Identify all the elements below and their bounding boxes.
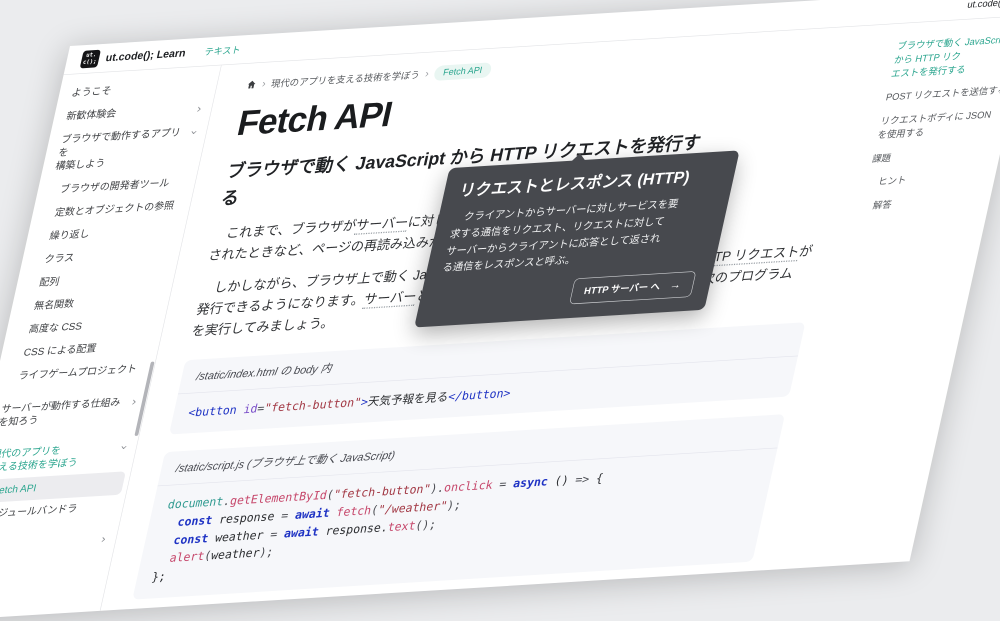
sidebar-item-label: ブラウザの開発者ツール (59, 175, 187, 196)
utcode-logo-icon[interactable]: ut. c(); (80, 49, 101, 68)
sidebar-item-label: ライフゲームプロジェクト (17, 362, 145, 383)
toc-item[interactable]: リクエストボディに JSON を使用する (876, 107, 1000, 142)
code-block-html: /static/index.html の body 内 <button id="… (169, 322, 806, 435)
sidebar-item-label (0, 533, 98, 541)
tooltip-body: クライアントからサーバーに対しサービスを要 求する通信をリクエスト、リクエストに… (441, 194, 715, 277)
breadcrumb-separator: › (261, 77, 267, 90)
arrow-right-icon: → (668, 278, 682, 292)
linked-term[interactable]: サーバー (362, 289, 418, 309)
tooltip-cta-label: HTTP サーバー へ (583, 279, 662, 297)
sidebar-item-label: ブラウザで動作するアプリを 構築しよう (54, 126, 188, 174)
linked-term[interactable]: サーバー (354, 215, 410, 235)
sidebar-item-label: CSS による配置 (22, 339, 150, 360)
home-icon[interactable] (246, 79, 258, 90)
external-site-label: ut.code(); (966, 0, 1000, 10)
toc-item[interactable]: 解答 (860, 192, 985, 213)
term-tooltip: リクエストとレスポンス (HTTP) クライアントからサーバーに対しサービスを要… (414, 150, 740, 327)
text-segment: これまで、ブラウザが (225, 218, 358, 240)
tooltip-cta-button[interactable]: HTTP サーバー へ → (569, 271, 696, 304)
breadcrumb-section[interactable]: 現代のアプリを支える技術を学ぼう (270, 68, 421, 90)
content-layout: ようこそ新歓体験会›ブラウザで動作するアプリを 構築しよう›ブラウザの開発者ツー… (0, 16, 1000, 621)
chevron-right-icon[interactable]: › (195, 103, 202, 115)
sidebar-item-label: 現代のアプリを 支える技術を学ぼう (0, 441, 118, 475)
breadcrumb-current-pill[interactable]: Fetch API (433, 62, 493, 81)
sidebar-item-サーバーが動作する仕組みを知ろう[interactable]: サーバーが動作する仕組みを知ろう› (0, 389, 144, 435)
brand-title[interactable]: ut.code(); Learn (105, 47, 187, 64)
main-content: › 現代のアプリを支える技術を学ぼう › Fetch API Fetch API… (100, 24, 891, 611)
toc-item[interactable]: ヒント (865, 169, 990, 190)
sidebar-item-label: サーバーが動作する仕組みを知ろう (0, 395, 128, 429)
page: ut. c(); ut.code(); Learn テキスト ut.code()… (0, 0, 1000, 621)
sidebar-item-label: クラス (43, 245, 171, 266)
nav-link-text[interactable]: テキスト (203, 43, 242, 58)
sidebar-item-label: 配列 (38, 269, 166, 290)
app-background: { "colors": { "accent": "#2aa58e", "tool… (0, 0, 1000, 563)
chevron-right-icon[interactable]: › (100, 534, 107, 546)
sidebar-item-label: Fetch API (0, 477, 120, 498)
sidebar-item-label: 無名関数 (33, 292, 161, 313)
sidebar-item-label: 新歓体験会 (65, 103, 193, 124)
toc-item[interactable]: POST リクエストを送信する (884, 84, 1000, 105)
sidebar-item-label: 高度な CSS (27, 316, 155, 337)
external-site-link[interactable]: ut.code(); (966, 0, 1000, 10)
sidebar-item-collapsed-16[interactable]: › (0, 527, 114, 559)
toc-item[interactable]: ブラウザで動く JavaScript から HTTP リク エストを発行する (890, 32, 1000, 81)
chevron-right-icon[interactable]: › (130, 396, 137, 408)
sidebar-item-label: モジュールバンドラ (0, 500, 115, 521)
sidebar-item-label: 定数とオブジェクトの参照 (53, 199, 181, 220)
breadcrumb-separator: › (424, 67, 430, 80)
chevron-down-icon[interactable]: › (118, 445, 131, 451)
sidebar-item-label: 繰り返し (48, 222, 176, 243)
chevron-down-icon[interactable]: › (188, 130, 201, 136)
code-block-js: /static/script.js (ブラウザ上で動く JavaScript) … (132, 414, 785, 599)
logo-text-line2: c(); (82, 58, 97, 65)
toc-item[interactable]: 課題 (871, 145, 996, 166)
